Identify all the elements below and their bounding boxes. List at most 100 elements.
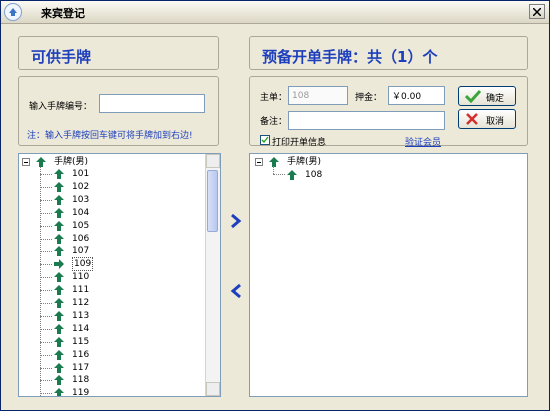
tree-guide-line (40, 328, 52, 330)
arrow-right-icon (54, 259, 64, 270)
arrow-up-icon (54, 336, 64, 347)
tree-guide-line (40, 354, 52, 356)
move-right-button[interactable] (230, 213, 244, 229)
arrow-up-icon (54, 207, 64, 218)
available-tags-tree[interactable]: 手牌(男) 101 102 103 104 105 106 107 109 110 111 112 1… (18, 153, 221, 397)
tree-item-label: 116 (72, 349, 90, 360)
arrow-up-icon (54, 233, 64, 244)
tree-item-label: 113 (72, 310, 90, 321)
prepared-tags-header-panel: 预备开单手牌：共（1）个 (249, 36, 528, 70)
arrow-up-icon (54, 246, 64, 257)
tree-guide-line (40, 225, 52, 227)
tree-item-label: 104 (72, 207, 90, 218)
tree-item-label: 102 (72, 181, 90, 192)
deposit-label: 押金： (355, 93, 383, 103)
tree-item-label: 114 (72, 323, 90, 334)
move-left-button[interactable] (230, 283, 244, 299)
tree-item-label: 118 (72, 375, 90, 386)
cancel-button-label: 取消 (486, 117, 505, 127)
arrow-up-icon (54, 272, 64, 283)
tree-guide-line (273, 166, 274, 174)
arrow-up-icon (54, 181, 64, 192)
tree-root-label: 手牌(男) (54, 157, 89, 167)
arrow-up-icon (54, 323, 64, 334)
scroll-down-button[interactable] (206, 382, 220, 396)
vertical-scrollbar[interactable] (205, 154, 220, 396)
tag-input-panel: 输入手牌编号： 注：输入手牌按回车键可将手牌加到右边! (18, 76, 219, 146)
arrow-up-icon (54, 388, 64, 396)
arrow-up-icon (36, 157, 46, 167)
tree-item-label: 117 (72, 362, 90, 373)
print-order-label[interactable]: 打印开单信息 (272, 135, 326, 148)
close-icon (533, 8, 541, 16)
tree-guide-line (273, 174, 285, 175)
tree-item-label: 103 (72, 194, 90, 205)
arrow-up-icon (54, 310, 64, 321)
tree-guide-line (40, 277, 52, 279)
expander-icon[interactable] (22, 158, 30, 166)
order-form-panel: 主单： 押金： 备注： 打印开单信息 验证会员 确定 取消 (249, 76, 528, 148)
cancel-button[interactable]: 取消 (458, 109, 516, 129)
available-tags-header: 可供手牌 (31, 48, 92, 66)
check-icon (261, 136, 269, 144)
confirm-button[interactable]: 确定 (458, 86, 516, 106)
tree-item-label: 107 (72, 246, 90, 257)
tree-item-label: 109 (72, 257, 94, 272)
arrow-up-icon (54, 375, 64, 386)
cross-icon (466, 113, 478, 125)
tree-guide-line (40, 367, 52, 369)
prepared-tags-header: 预备开单手牌：共（1）个 (262, 48, 438, 66)
titlebar: 来宾登记 (1, 1, 549, 24)
verify-member-link[interactable]: 验证会员 (405, 135, 441, 148)
tree-root-label: 手牌(男) (287, 157, 322, 167)
window-title: 来宾登记 (41, 7, 85, 20)
tree-guide-line (40, 238, 52, 240)
expander-icon[interactable] (255, 158, 263, 166)
tree-item-label: 105 (72, 220, 90, 231)
scroll-up-button[interactable] (206, 154, 220, 168)
tree-guide-line (40, 303, 52, 304)
close-button[interactable] (529, 4, 545, 19)
arrow-up-icon (54, 194, 64, 205)
prepared-tags-tree[interactable]: 手牌(男) 108 (249, 153, 528, 397)
tree-guide-line (40, 212, 52, 214)
arrow-up-icon (54, 220, 64, 231)
arrow-up-icon (269, 157, 279, 167)
tree-item-label: 101 (72, 169, 90, 179)
tree-guide-line (40, 199, 52, 201)
tree-guide-line (40, 393, 52, 395)
check-icon (465, 89, 481, 103)
deposit-input[interactable] (388, 86, 445, 105)
tree-guide-line (40, 341, 52, 343)
tree-item-label: 115 (72, 336, 90, 347)
main-order-input (288, 86, 348, 105)
tree-guide-line (40, 251, 52, 253)
arrow-up-icon (287, 170, 297, 180)
tree-guide-line (40, 174, 52, 175)
note-input[interactable] (288, 111, 445, 130)
arrow-up-icon (54, 285, 64, 296)
tree-item-label: 108 (305, 170, 323, 180)
tag-input-hint: 注：输入手牌按回车键可将手牌加到右边! (27, 131, 193, 141)
chevron-right-icon (231, 213, 242, 229)
tree-guide-line (40, 315, 52, 317)
chevron-left-icon (230, 283, 241, 299)
main-order-label: 主单： (260, 93, 288, 103)
scroll-thumb[interactable] (207, 170, 218, 232)
tree-item-label: 119 (72, 388, 90, 397)
tag-number-input[interactable] (99, 94, 205, 113)
tree-guide-line (40, 380, 52, 382)
confirm-button-label: 确定 (486, 94, 505, 104)
window: 来宾登记 可供手牌 预备开单手牌：共（1）个 输入手牌编号： 注：输入手牌按回车… (0, 0, 550, 411)
tree-guide-line (40, 290, 52, 292)
note-label: 备注： (260, 117, 288, 127)
arrow-up-icon (54, 362, 64, 373)
available-tags-header-panel: 可供手牌 (18, 36, 219, 70)
app-icon (4, 3, 22, 21)
print-order-checkbox[interactable] (260, 135, 270, 145)
tag-number-label: 输入手牌编号： (29, 102, 93, 112)
arrow-up-icon (54, 169, 64, 179)
arrow-up-icon (54, 349, 64, 360)
tree-item-label: 106 (72, 233, 90, 244)
arrow-up-icon (54, 298, 64, 308)
